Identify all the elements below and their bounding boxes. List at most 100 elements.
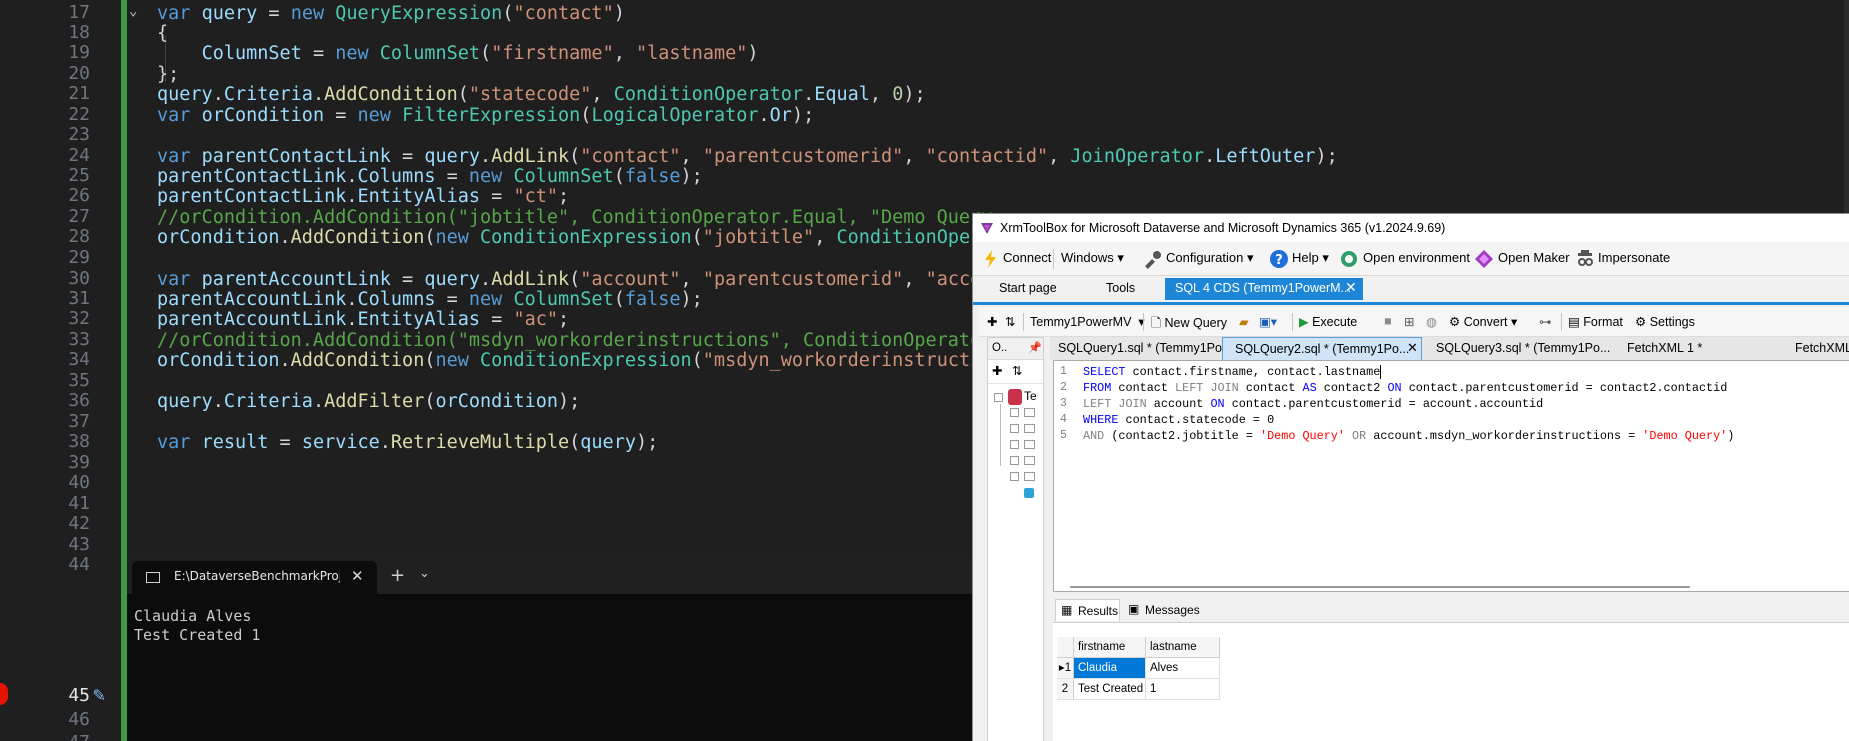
tree-expand-icon[interactable]	[1010, 472, 1019, 481]
tab-tools[interactable]: Tools	[1106, 281, 1135, 295]
terminal-tab[interactable]: E:\DataverseBenchmarkProjec ✕	[132, 561, 377, 594]
tree-expand-icon[interactable]	[1010, 440, 1019, 449]
close-icon[interactable]: ✕	[1345, 279, 1357, 296]
convert-button[interactable]: ⚙ Convert ▾	[1449, 314, 1517, 329]
configuration-menu-label: Configuration	[1166, 250, 1244, 265]
connection-select[interactable]: Temmy1PowerMV ▾	[1030, 314, 1145, 329]
power-apps-icon	[1475, 250, 1493, 268]
new-tab-plus-icon[interactable]: +	[390, 565, 405, 586]
sql-line-number: 5	[1060, 429, 1067, 442]
tab-sqlquery2[interactable]: SQLQuery2.sql * (Temmy1Po... ✕	[1222, 337, 1422, 360]
open-maker-button[interactable]: Open Maker	[1498, 250, 1570, 265]
tab-sqlquery1[interactable]: SQLQuery1.sql * (Temmy1Po...	[1058, 341, 1232, 355]
xrmtoolbox-logo-icon	[981, 223, 993, 234]
results-grid[interactable]: firstname lastname ▸1 Claudia Alves 2 Te…	[1053, 622, 1849, 741]
format-label: Format	[1583, 315, 1623, 329]
windows-menu[interactable]: Windows ▾	[1061, 250, 1124, 266]
tree-expand-icon[interactable]	[1010, 456, 1019, 465]
new-query-button[interactable]: 🗋 New Query	[1151, 314, 1227, 335]
tab-sql4cds[interactable]: SQL 4 CDS (Temmy1PowerM... ✕	[1165, 278, 1363, 300]
save-icon[interactable]: ▣▾	[1259, 314, 1277, 329]
pin-icon[interactable]: ✚	[987, 314, 997, 329]
link-icon[interactable]: ⊶	[1539, 314, 1552, 329]
edit-pencil-icon[interactable]: ✎	[93, 682, 105, 706]
tab-fetchxml1[interactable]: FetchXML 1 *	[1627, 341, 1702, 355]
format-icon: ▤	[1568, 315, 1584, 329]
sql-line: SELECT contact.firstname, contact.lastna…	[1083, 365, 1382, 379]
plan-icon[interactable]: ⊞	[1404, 314, 1414, 329]
pin-icon[interactable]: 📌	[1028, 341, 1042, 354]
open-environment-button[interactable]: Open environment	[1363, 250, 1470, 265]
svg-text:?: ?	[1275, 253, 1283, 268]
grid-icon: ▦	[1061, 603, 1073, 617]
toolbar-divider	[1023, 313, 1024, 331]
sql-line: LEFT JOIN account ON contact.parentcusto…	[1083, 397, 1544, 411]
close-icon[interactable]: ✕	[1407, 340, 1418, 356]
tree-expand-icon[interactable]	[1010, 408, 1019, 417]
tab-messages[interactable]: ▣ Messages	[1123, 599, 1205, 621]
lightning-icon	[985, 250, 996, 268]
cancel-icon[interactable]: ◍	[1426, 314, 1437, 329]
stop-icon[interactable]: ■	[1384, 314, 1392, 328]
table-cell[interactable]: Claudia	[1074, 658, 1146, 679]
table-cell[interactable]: Test Created	[1074, 679, 1146, 700]
chevron-down-icon[interactable]: ⌄	[419, 566, 430, 581]
help-menu[interactable]: Help ▾	[1292, 250, 1329, 266]
close-icon[interactable]: ✕	[351, 567, 364, 585]
sql-line-number: 4	[1060, 413, 1067, 426]
horizontal-scrollbar[interactable]	[1070, 586, 1690, 588]
folder-icon	[1024, 472, 1035, 481]
tab-results[interactable]: ▦ Results	[1055, 599, 1120, 621]
toolbar-divider	[1561, 313, 1562, 331]
play-icon: ▶	[1299, 315, 1313, 329]
column-header-lastname[interactable]: lastname	[1146, 637, 1220, 658]
code-line: orCondition.AddCondition(new ConditionEx…	[157, 350, 993, 371]
connect-plug-icon[interactable]: ✚	[992, 363, 1002, 378]
terminal-tab-label: E:\DataverseBenchmarkProjec	[174, 569, 340, 583]
terminal-panel[interactable]: E:\DataverseBenchmarkProjec ✕ + ⌄ Claudi…	[127, 558, 972, 741]
settings-button[interactable]: ⚙ Settings	[1635, 314, 1695, 329]
tree-collapse-icon[interactable]	[994, 393, 1003, 402]
grid-corner[interactable]	[1057, 637, 1074, 658]
connect-button[interactable]: Connect	[1003, 250, 1051, 265]
tree-expand-icon[interactable]	[1010, 424, 1019, 433]
column-header-firstname[interactable]: firstname	[1074, 637, 1146, 658]
main-toolbar: Connect Windows ▾ Configuration ▾ ? Help…	[973, 242, 1849, 276]
row-header[interactable]: 2	[1057, 679, 1074, 700]
object-explorer-header: O.. 📌	[988, 338, 1043, 360]
sql-editor[interactable]: 1 2 3 4 5 SELECT contact.firstname, cont…	[1053, 360, 1849, 592]
settings-label: Settings	[1649, 315, 1695, 329]
open-folder-icon[interactable]: ▰	[1239, 314, 1249, 329]
tab-sql4cds-label: SQL 4 CDS (Temmy1PowerM...	[1175, 281, 1351, 295]
tab-start-page[interactable]: Start page	[999, 281, 1057, 295]
terminal-output-line: Claudia Alves	[134, 607, 252, 625]
folder-icon	[1024, 424, 1035, 433]
xrmtoolbox-window[interactable]: XrmToolBox for Microsoft Dataverse and M…	[972, 213, 1849, 741]
window-title-bar[interactable]: XrmToolBox for Microsoft Dataverse and M…	[973, 214, 1849, 242]
tab-fetchxml[interactable]: FetchXML	[1795, 341, 1849, 355]
tree-root-label[interactable]: Te	[1024, 389, 1037, 403]
code-line: query.Criteria.AddFilter(orCondition);	[157, 391, 581, 412]
new-query-label: New Query	[1164, 316, 1228, 330]
object-explorer-panel[interactable]: O.. 📌 ✚ ⇅ Te	[987, 337, 1044, 741]
tab-sqlquery3[interactable]: SQLQuery3.sql * (Temmy1Po...	[1436, 341, 1610, 355]
sql-line: WHERE contact.statecode = 0	[1083, 413, 1275, 427]
line-number: 47	[40, 731, 90, 741]
entity-icon	[1024, 488, 1034, 498]
table-cell[interactable]: Alves	[1146, 658, 1220, 679]
windows-menu-label: Windows	[1061, 250, 1114, 265]
convert-icon: ⚙	[1449, 315, 1464, 329]
query-tab-bar: SQLQuery1.sql * (Temmy1Po... SQLQuery2.s…	[1050, 337, 1849, 360]
object-explorer-icon[interactable]: ⇅	[1005, 314, 1015, 329]
configuration-menu[interactable]: Configuration ▾	[1166, 250, 1253, 266]
messages-icon: ▣	[1128, 602, 1140, 616]
code-line: var query = new QueryExpression("contact…	[157, 3, 625, 24]
format-button[interactable]: ▤ Format	[1568, 314, 1623, 329]
object-explorer-title: O..	[992, 342, 1008, 354]
refresh-icon[interactable]: ⇅	[1012, 363, 1022, 378]
table-cell[interactable]: 1	[1146, 679, 1220, 700]
impersonate-button[interactable]: Impersonate	[1598, 250, 1670, 265]
fold-chevron-icon[interactable]: ⌄	[129, 3, 137, 19]
row-header[interactable]: ▸1	[1057, 658, 1074, 679]
execute-button[interactable]: ▶ Execute	[1299, 314, 1357, 329]
